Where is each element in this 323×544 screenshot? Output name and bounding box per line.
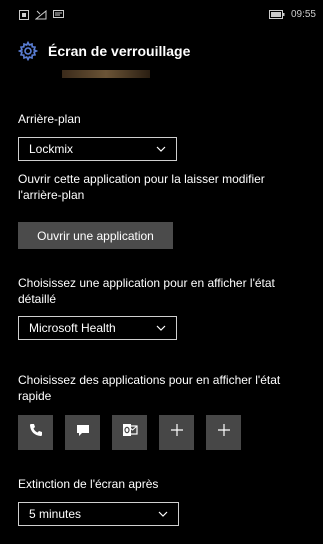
quick-status-label: Choisissez des applications pour en affi… [18, 373, 281, 403]
message-icon [76, 424, 90, 442]
status-bar: 09:55 [0, 0, 323, 32]
phone-icon [29, 423, 43, 442]
chevron-down-icon [158, 511, 168, 517]
gear-icon [17, 40, 39, 66]
wallpaper-preview [62, 70, 150, 78]
quick-status-tile-phone[interactable] [18, 415, 53, 450]
detailed-status-dropdown[interactable]: Microsoft Health [18, 316, 177, 340]
background-label: Arrière-plan [18, 112, 81, 126]
quick-status-tiles [18, 415, 241, 450]
add-icon [217, 423, 231, 442]
quick-status-tile-messaging[interactable] [65, 415, 100, 450]
background-dropdown[interactable]: Lockmix [18, 137, 177, 161]
background-dropdown-value: Lockmix [29, 142, 74, 156]
quick-status-tile-outlook[interactable] [112, 415, 147, 450]
open-app-button[interactable]: Ouvrir une application [18, 222, 173, 249]
chevron-down-icon [156, 325, 166, 331]
quick-status-tile-add-1[interactable] [159, 415, 194, 450]
battery-icon [268, 10, 285, 19]
message-icon [53, 10, 64, 20]
outlook-icon [122, 423, 138, 442]
add-icon [170, 423, 184, 442]
notification-icon [19, 10, 29, 20]
status-time: 09:55 [290, 9, 316, 20]
detailed-status-label: Choisissez une application pour en affic… [18, 276, 275, 306]
screen-timeout-label: Extinction de l'écran après [18, 477, 159, 491]
status-icons-right: 09:55 [268, 9, 316, 20]
page-header: Écran de verrouillage [0, 32, 323, 70]
status-icons-left [19, 10, 64, 20]
screen-timeout-dropdown-value: 5 minutes [29, 507, 82, 521]
screen-timeout-dropdown[interactable]: 5 minutes [18, 502, 179, 526]
chevron-down-icon [156, 146, 166, 152]
background-description: Ouvrir cette application pour la laisser… [18, 172, 265, 202]
quick-status-tile-add-2[interactable] [206, 415, 241, 450]
detailed-status-dropdown-value: Microsoft Health [29, 321, 116, 335]
signal-icon [35, 10, 47, 20]
page-title: Écran de verrouillage [48, 43, 191, 59]
